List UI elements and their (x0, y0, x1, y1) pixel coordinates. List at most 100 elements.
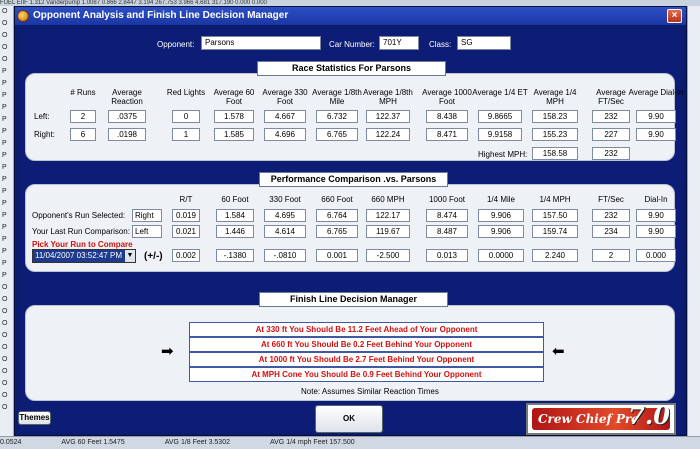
background-row-marker: P (2, 68, 7, 75)
performance-header: 60 Foot (221, 195, 249, 204)
race-stat-value: .0375 (108, 110, 146, 123)
performance-header: 1000 Foot (428, 195, 466, 204)
background-row-marker: P (2, 92, 7, 99)
background-row-marker: O (2, 344, 8, 351)
background-row-marker: P (2, 236, 7, 243)
background-row-marker: P (2, 248, 7, 255)
background-row-marker: O (2, 356, 8, 363)
race-stat-value: 158.23 (532, 110, 578, 123)
race-stat-value: 227 (592, 128, 630, 141)
car-number-label: Car Number: (329, 40, 375, 49)
dialog-body: Opponent: Parsons Car Number: 701Y Class… (18, 29, 684, 433)
opponent-run-value: 6.764 (316, 209, 358, 222)
difference-value: 0.001 (316, 249, 358, 262)
race-stat-header: Average 1/4 MPH (533, 88, 577, 106)
difference-value: 2.240 (532, 249, 578, 262)
background-row-marker: O (2, 320, 8, 327)
race-stat-header: Average 1000 Foot (422, 88, 472, 106)
race-stat-header: Average 330 Foot (262, 88, 308, 106)
race-statistics-panel: # Runs Average Reaction Red Lights Average … (25, 73, 684, 161)
background-bottom-cell: 0.0524 (0, 439, 22, 446)
difference-value: 0.0000 (478, 249, 524, 262)
race-stat-row-label: Right: (34, 130, 55, 139)
race-stat-value: 6.732 (316, 110, 358, 123)
your-run-value: 6.765 (316, 225, 358, 238)
performance-header: R/T (179, 195, 193, 204)
difference-value: 0.000 (636, 249, 676, 262)
background-row-marker: P (2, 200, 7, 207)
background-row-marker: O (2, 368, 8, 375)
race-stat-value: 1.578 (214, 110, 254, 123)
background-row-marker: O (2, 392, 8, 399)
race-stat-value: 9.90 (636, 128, 676, 141)
your-run-lane[interactable]: Left (132, 225, 162, 238)
opponent-run-lane[interactable]: Right (132, 209, 162, 222)
app-icon (17, 10, 29, 22)
background-row-marker: O (2, 8, 8, 15)
background-row-marker: P (2, 164, 7, 171)
race-stat-value: 155.23 (532, 128, 578, 141)
performance-comparison-title: Performance Comparison .vs. Parsons (259, 172, 448, 187)
run-select-value: 11/04/2007 03:52:47 PM (35, 251, 123, 260)
opponent-run-value: 157.50 (532, 209, 578, 222)
themes-button[interactable]: Themes (18, 411, 51, 425)
race-stat-value: 0 (172, 110, 200, 123)
race-stat-value: 9.90 (636, 110, 676, 123)
race-stat-header: Average 1/4 ET (472, 88, 528, 97)
background-row-marker: O (2, 284, 8, 291)
performance-header: 1/4 MPH (539, 195, 571, 204)
finish-line-message: At 1000 ft You Should Be 2.7 Feet Behind… (189, 352, 544, 367)
race-stat-header: Average Reaction (111, 88, 143, 106)
performance-header: Dial-In (644, 195, 668, 204)
difference-value: 2 (592, 249, 630, 262)
opponent-run-label: Opponent's Run Selected: (32, 211, 126, 220)
background-scrollbar (687, 6, 700, 436)
your-run-value: 0.021 (172, 225, 200, 238)
background-row-marker: P (2, 128, 7, 135)
your-run-label: Your Last Run Comparison: (32, 227, 130, 236)
run-select-dropdown[interactable]: 11/04/2007 03:52:47 PM ▼ (32, 249, 136, 263)
logo-version: 7.0 (628, 403, 670, 430)
race-stat-header: Average 1/8th MPH (363, 88, 413, 106)
background-row-marker: O (2, 56, 8, 63)
background-row-marker: P (2, 116, 7, 123)
background-row-marker: P (2, 188, 7, 195)
race-stat-value: 2 (70, 110, 96, 123)
background-row-marker: P (2, 80, 7, 87)
race-stat-value: 8.471 (426, 128, 468, 141)
background-row-marker: P (2, 152, 7, 159)
background-row-marker: P (2, 272, 7, 279)
background-row-marker: O (2, 332, 8, 339)
highest-ftsec-value: 232 (592, 147, 630, 160)
your-run-value: 119.67 (366, 225, 410, 238)
class-field[interactable]: SG (457, 36, 511, 50)
opponent-run-value: 4.695 (264, 209, 306, 222)
race-stat-header: Red Lights (166, 88, 206, 97)
performance-header: 660 MPH (371, 195, 405, 204)
opponent-field[interactable]: Parsons (201, 36, 321, 50)
opponent-run-value: 122.17 (366, 209, 410, 222)
race-stat-value: 4.696 (264, 128, 306, 141)
your-run-value: 4.614 (264, 225, 306, 238)
difference-label: (+/-) (144, 251, 163, 262)
finish-line-title: Finish Line Decision Manager (259, 292, 448, 307)
opponent-run-value: 232 (592, 209, 630, 222)
race-stat-row-label: Left: (34, 112, 50, 121)
race-stat-header: Average Dial-In (628, 88, 684, 97)
background-row-marker: P (2, 212, 7, 219)
your-run-value: 234 (592, 225, 630, 238)
finish-line-message: At 660 ft You Should Be 0.2 Feet Behind … (189, 337, 544, 352)
class-label: Class: (429, 40, 452, 49)
opponent-run-value: 1.584 (216, 209, 254, 222)
difference-value: -2.500 (366, 249, 410, 262)
race-stat-header: # Runs (70, 88, 96, 97)
car-number-field[interactable]: 701Y (379, 36, 419, 50)
difference-value: -.0810 (264, 249, 306, 262)
reaction-time-note: Note: Assumes Similar Reaction Times (301, 387, 439, 396)
race-stat-value: 122.24 (366, 128, 410, 141)
ok-button[interactable]: OK (315, 405, 383, 433)
close-button[interactable]: × (667, 9, 682, 23)
background-bottom-cell: AVG 1/4 mph Feet 157.500 (269, 439, 355, 446)
race-stat-value: 9.8665 (478, 110, 522, 123)
pick-run-label: Pick Your Run to Compare (32, 240, 133, 249)
